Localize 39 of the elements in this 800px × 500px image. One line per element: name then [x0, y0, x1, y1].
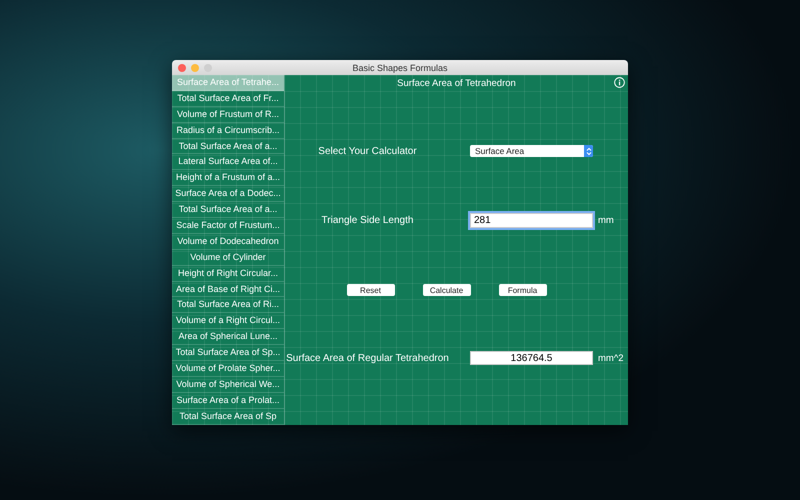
calculator-dropdown[interactable]: Surface Area	[470, 145, 593, 157]
sidebar-item[interactable]: Total Surface Area of Fr...	[172, 90, 284, 107]
result-label: Surface Area of Regular Tetrahedron	[285, 352, 450, 364]
sidebar-item[interactable]: Area of Spherical Lune...	[172, 329, 284, 346]
sidebar-item[interactable]: Total Surface Area of a...	[172, 202, 284, 218]
sidebar-item[interactable]: Total Surface Area of a...	[172, 138, 284, 154]
minimize-button[interactable]	[191, 64, 199, 72]
calculator-label: Select Your Calculator	[317, 146, 418, 156]
sidebar-item[interactable]: Radius of a Circumscrib...	[172, 122, 284, 139]
zoom-button[interactable]	[204, 64, 212, 72]
sidebar-item[interactable]: Lateral Surface Area of...	[172, 154, 284, 170]
close-button[interactable]	[178, 64, 186, 72]
sidebar-item[interactable]: Height of Right Circular...	[172, 266, 284, 282]
sidebar-item[interactable]: Volume of Cylinder	[172, 250, 284, 266]
result-field[interactable]: 136764.5	[470, 351, 593, 365]
sidebar-item[interactable]: Volume of Dodecahedron	[172, 234, 284, 250]
sidebar-item[interactable]: Volume of Prolate Spher...	[172, 361, 284, 377]
input-label: Triangle Side Length	[320, 215, 414, 226]
info-icon[interactable]	[614, 77, 625, 88]
chevron-icon	[584, 145, 593, 157]
unit-label: mm	[598, 215, 615, 226]
action-button[interactable]: Formula	[498, 284, 546, 296]
sidebar-item[interactable]: Scale Factor of Frustum...	[172, 218, 284, 234]
sidebar-item[interactable]: Volume of a Right Circul...	[172, 313, 284, 330]
sidebar-item[interactable]: Volume of Frustum of R...	[172, 106, 284, 123]
window-title: Basic Shapes Formulas	[352, 62, 448, 72]
action-button[interactable]: Reset	[346, 284, 394, 296]
sidebar-item[interactable]: Total Surface Area of Ri...	[172, 297, 284, 314]
side-length-field[interactable]: 281	[470, 213, 593, 228]
action-button[interactable]: Calculate	[422, 284, 470, 296]
sidebar-item[interactable]: Area of Base of Right Ci...	[172, 282, 284, 298]
heading: Surface Area of Tetrahedron	[397, 78, 516, 88]
sidebar-item[interactable]: Surface Area of a Prolat...	[172, 392, 284, 409]
unit-label: mm^2	[598, 352, 625, 364]
sidebar-item[interactable]: Total Surface Area of Sp	[172, 408, 284, 425]
sidebar-item[interactable]: Height of a Frustum of a...	[172, 170, 284, 186]
sidebar-item[interactable]: Volume of Spherical We...	[172, 376, 284, 393]
sidebar-item[interactable]: Total Surface Area of Sp...	[172, 345, 284, 362]
sidebar-item[interactable]: Surface Area of a Dodec...	[172, 186, 284, 202]
